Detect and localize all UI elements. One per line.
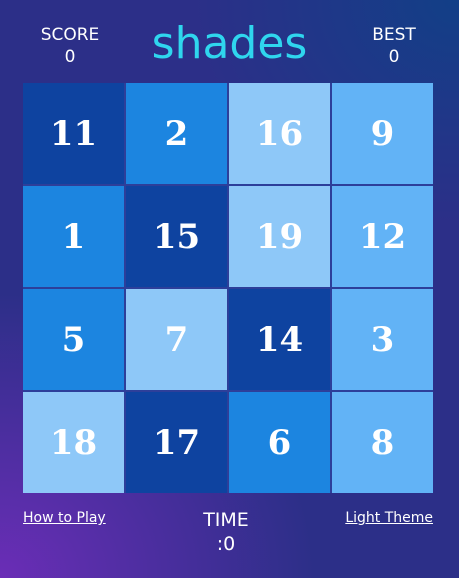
tile-15[interactable]: 15	[126, 186, 227, 287]
score-label: SCORE	[40, 25, 100, 45]
tile-14[interactable]: 14	[229, 289, 330, 390]
game-logo: shades	[151, 18, 308, 69]
light-theme-toggle[interactable]: Light Theme	[345, 509, 433, 527]
tile-18[interactable]: 18	[23, 392, 124, 493]
tile-17[interactable]: 17	[126, 392, 227, 493]
best-display: BEST 0	[349, 24, 439, 68]
how-to-play-link[interactable]: How to Play	[23, 509, 106, 527]
time-value: :0	[216, 533, 236, 555]
tile-16[interactable]: 16	[229, 83, 330, 184]
timer-display: TIME :0	[176, 508, 276, 556]
tile-8[interactable]: 8	[332, 392, 433, 493]
tile-12[interactable]: 12	[332, 186, 433, 287]
tile-7[interactable]: 7	[126, 289, 227, 390]
tile-2[interactable]: 2	[126, 83, 227, 184]
score-value: 0	[64, 47, 76, 67]
tile-3[interactable]: 3	[332, 289, 433, 390]
tile-19[interactable]: 19	[229, 186, 330, 287]
tile-11[interactable]: 11	[23, 83, 124, 184]
score-display: SCORE 0	[25, 24, 115, 68]
best-label: BEST	[372, 25, 416, 45]
game-board: 11 2 16 9 1 15 19 12 5 7 14 3 18 17 6 8	[23, 83, 433, 493]
tile-6[interactable]: 6	[229, 392, 330, 493]
best-value: 0	[388, 47, 400, 67]
time-label: TIME	[203, 509, 249, 531]
tile-9[interactable]: 9	[332, 83, 433, 184]
tile-5[interactable]: 5	[23, 289, 124, 390]
tile-1[interactable]: 1	[23, 186, 124, 287]
